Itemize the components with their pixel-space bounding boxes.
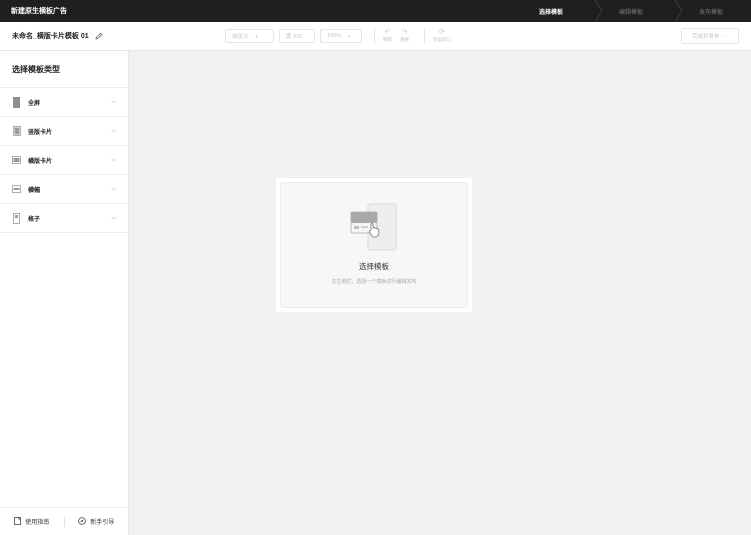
refresh-icon: ⟳ (439, 29, 445, 37)
finish-publish-button[interactable]: 完成并发布 → (681, 28, 739, 44)
sidebar-item-banner[interactable]: 横幅 ⌵ (0, 175, 128, 204)
fullscreen-template-icon (12, 96, 21, 108)
caret-down-icon: ▼ (347, 33, 352, 39)
pencil-icon[interactable] (95, 32, 103, 40)
chevron-down-icon: ⌵ (111, 214, 116, 221)
compass-icon (78, 516, 87, 527)
toolbar-divider (424, 28, 425, 44)
select-template-illustration (350, 203, 397, 251)
chevron-down-icon: ⌵ (111, 98, 116, 105)
step-edit-template[interactable]: 编辑模板 (591, 0, 683, 22)
redo-icon: ↷ (401, 29, 408, 37)
sidebar-item-fullscreen[interactable]: 全屏 ⌵ (0, 88, 128, 117)
vertical-card-template-icon (12, 126, 21, 137)
empty-state-card: 选择模板 在左侧栏，选择一个模板进行编辑发布 (276, 178, 472, 312)
top-bar: 新建原生横板广告 选择模板 编辑模板 发布模板 (0, 0, 751, 22)
sidebar-item-horizontal-card[interactable]: 横版卡片 ⌵ (0, 146, 128, 175)
size-preset-select[interactable]: 自定义 ▼ (225, 29, 274, 43)
empty-state-title: 选择模板 (359, 262, 389, 271)
toolbar: 未命名_横版卡片模板 01 自定义 ▼ 宽 375 100% ▼ ↶ 撤销 ↷ 重做… (0, 22, 751, 51)
toolbar-divider (374, 28, 375, 44)
undo-button[interactable]: ↶ 撤销 (383, 29, 392, 43)
banner-template-icon (12, 184, 21, 195)
template-type-sidebar: 选择模板类型 全屏 ⌵ 竖版卡片 ⌵ 横版卡片 ⌵ 横幅 ⌵ 格子 ⌵ 使用指南… (0, 51, 129, 535)
step-select-template[interactable]: 选择模板 (511, 0, 603, 22)
step-indicator: 选择模板 编辑模板 发布模板 (511, 0, 751, 22)
beginner-tour-button[interactable]: 新手引导 (65, 516, 129, 527)
sidebar-item-grid[interactable]: 格子 ⌵ (0, 204, 128, 233)
reset-default-button[interactable]: ⟳ 恢复默认 (433, 29, 451, 43)
document-icon (14, 516, 22, 527)
sidebar-footer: 使用指南 新手引导 (0, 507, 128, 535)
caret-down-icon: ▼ (254, 33, 259, 39)
app-title: 新建原生横板广告 (11, 8, 67, 15)
user-guide-button[interactable]: 使用指南 (0, 516, 64, 527)
empty-state-hint: 在左侧栏，选择一个模板进行编辑发布 (331, 279, 417, 285)
sidebar-item-vertical-card[interactable]: 竖版卡片 ⌵ (0, 117, 128, 146)
chevron-down-icon: ⌵ (111, 156, 116, 163)
chevron-down-icon: ⌵ (111, 127, 116, 134)
sidebar-title: 选择模板类型 (0, 51, 128, 88)
chevron-down-icon: ⌵ (111, 185, 116, 192)
width-input[interactable]: 宽 375 (279, 29, 315, 43)
undo-icon: ↶ (384, 29, 391, 37)
arrow-right-icon: → (722, 33, 729, 39)
step-publish-template[interactable]: 发布模板 (671, 0, 751, 22)
canvas-area: 选择模板 在左侧栏，选择一个模板进行编辑发布 (129, 51, 751, 535)
horizontal-card-template-icon (12, 155, 21, 166)
redo-button[interactable]: ↷ 重做 (400, 29, 409, 43)
document-name: 未命名_横版卡片模板 01 (0, 31, 225, 41)
grid-template-icon (12, 212, 21, 224)
zoom-select[interactable]: 100% ▼ (320, 29, 362, 43)
